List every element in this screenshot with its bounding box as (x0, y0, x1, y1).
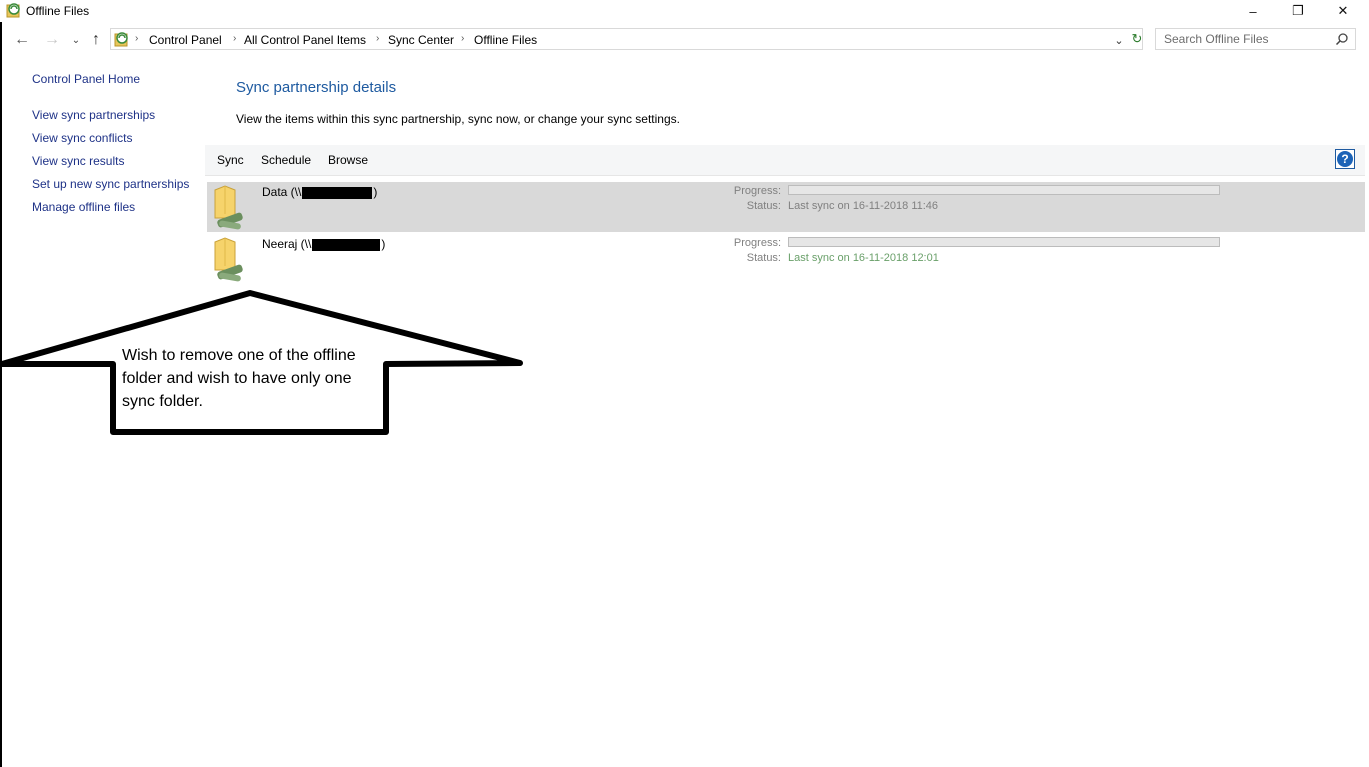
sync-button[interactable]: Sync (217, 153, 244, 167)
address-bar[interactable]: › Control Panel › All Control Panel Item… (110, 28, 1143, 50)
view-sync-results-link[interactable]: View sync results (32, 154, 124, 168)
sync-center-icon (6, 3, 20, 18)
page-title: Sync partnership details (236, 79, 397, 96)
sync-item-name: Neeraj (\\) (262, 237, 385, 251)
breadcrumb-separator: › (376, 33, 380, 44)
control-panel-home-link[interactable]: Control Panel Home (32, 72, 140, 86)
sync-item-name-suffix: ) (381, 237, 386, 251)
breadcrumb-separator: › (233, 33, 237, 44)
status-text: Last sync on 16-11-2018 12:01 (788, 252, 939, 264)
minimize-button[interactable]: – (1230, 0, 1276, 22)
breadcrumb-separator: › (135, 33, 139, 44)
breadcrumb-offline-files[interactable]: Offline Files (474, 33, 537, 47)
view-sync-partnerships-link[interactable]: View sync partnerships (32, 108, 155, 122)
search-box[interactable] (1155, 28, 1356, 50)
chevron-down-icon[interactable]: ⌄ (1111, 32, 1127, 48)
offline-folder-icon (214, 237, 243, 282)
breadcrumb-control-panel[interactable]: Control Panel (149, 33, 222, 47)
sync-item-name-prefix: Data (\\ (262, 185, 302, 199)
sync-item-row[interactable]: Data (\\) Progress: Status: Last sync on… (207, 182, 1365, 232)
schedule-button[interactable]: Schedule (261, 153, 311, 167)
command-toolbar: Sync Schedule Browse ? (205, 145, 1365, 176)
sync-item-name: Data (\\) (262, 185, 377, 199)
title-bar: Offline Files – ❐ ✕ (0, 0, 1369, 22)
sync-item-name-suffix: ) (373, 185, 378, 199)
progress-label: Progress: (733, 237, 781, 249)
progress-bar (788, 185, 1220, 195)
search-icon[interactable] (1335, 32, 1349, 46)
refresh-icon[interactable]: ↻ (1129, 31, 1145, 47)
sync-center-icon (114, 32, 128, 47)
offline-folder-icon (214, 185, 243, 230)
page-description: View the items within this sync partners… (236, 112, 680, 126)
breadcrumb-all-items[interactable]: All Control Panel Items (244, 33, 366, 47)
help-icon: ? (1337, 151, 1353, 167)
status-text: Last sync on 16-11-2018 11:46 (788, 200, 939, 212)
forward-button[interactable]: → (42, 30, 62, 50)
status-label: Status: (746, 200, 781, 212)
breadcrumb-sync-center[interactable]: Sync Center (388, 33, 454, 47)
back-button[interactable]: ← (12, 30, 32, 50)
restore-button[interactable]: ❐ (1275, 0, 1321, 22)
search-input[interactable] (1156, 29, 1339, 49)
sync-item-row[interactable]: Neeraj (\\) Progress: Status: Last sync … (207, 234, 1365, 284)
view-sync-conflicts-link[interactable]: View sync conflicts (32, 131, 132, 145)
breadcrumb-separator: › (461, 33, 465, 44)
recent-locations-button[interactable]: ⌄ (66, 30, 86, 50)
progress-bar (788, 237, 1220, 247)
redaction (302, 186, 373, 199)
close-button[interactable]: ✕ (1320, 0, 1366, 22)
sync-item-name-prefix: Neeraj (\\ (262, 237, 312, 251)
window-title: Offline Files (26, 4, 90, 18)
manage-offline-files-link[interactable]: Manage offline files (32, 200, 135, 214)
up-button[interactable]: ↑ (86, 30, 106, 50)
annotation-text: Wish to remove one of the offline folder… (122, 347, 356, 410)
help-button[interactable]: ? (1335, 149, 1355, 169)
progress-label: Progress: (733, 185, 781, 197)
redaction (312, 238, 381, 251)
browse-button[interactable]: Browse (328, 153, 368, 167)
setup-sync-partnerships-link[interactable]: Set up new sync partnerships (32, 177, 189, 191)
status-label: Status: (746, 252, 781, 264)
